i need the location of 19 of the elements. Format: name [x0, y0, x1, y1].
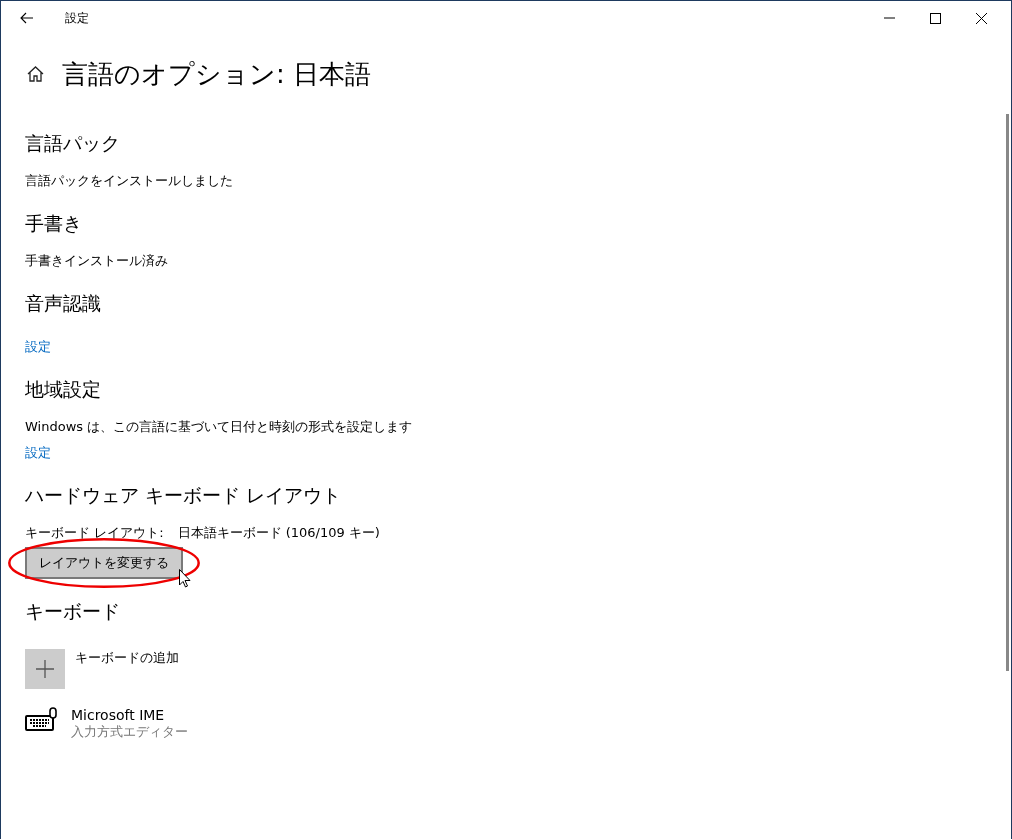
add-keyboard-label[interactable]: キーボードの追加: [75, 649, 179, 689]
settings-link[interactable]: 設定: [25, 337, 51, 357]
settings-link[interactable]: 設定: [25, 443, 51, 463]
section-heading: 地域設定: [25, 377, 101, 402]
section-heading: キーボード: [25, 599, 120, 624]
section-heading: ハードウェア キーボード レイアウト: [25, 483, 342, 508]
info-text: 手書きインストール済み: [25, 252, 168, 270]
keyboard-name[interactable]: Microsoft IME: [71, 707, 188, 723]
section-heading: 音声認識: [25, 291, 101, 316]
page-title: 言語のオプション: 日本語: [62, 57, 372, 91]
section-heading: 言語パック: [25, 131, 120, 156]
keyboard-subtitle: 入力方式エディター: [71, 723, 188, 741]
info-text: Windows は、この言語に基づいて日付と時刻の形式を設定します: [25, 418, 413, 436]
window-title: 設定: [65, 9, 89, 27]
change-layout-button[interactable]: レイアウトを変更する: [25, 547, 183, 579]
info-text: 言語パックをインストールしました: [25, 172, 233, 190]
field-label: キーボード レイアウト:: [25, 524, 164, 542]
section-heading: 手書き: [25, 211, 82, 236]
field-value: 日本語キーボード (106/109 キー): [177, 524, 380, 542]
